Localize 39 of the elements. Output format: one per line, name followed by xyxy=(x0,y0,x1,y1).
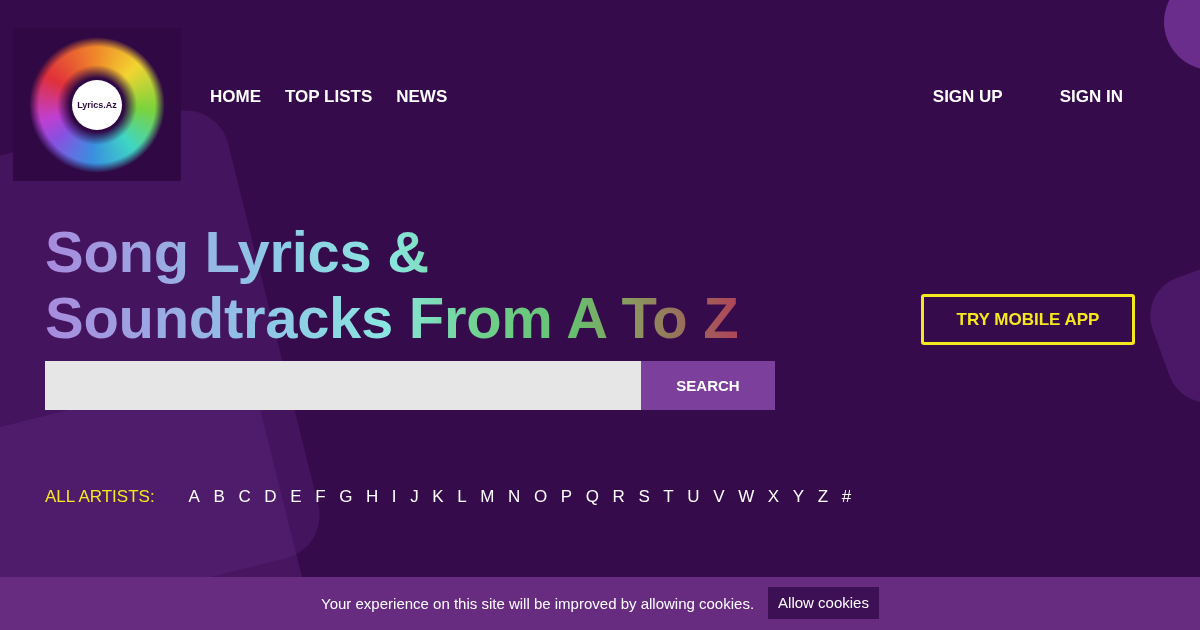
letter-link[interactable]: P xyxy=(560,487,573,507)
letter-link[interactable]: K xyxy=(432,487,444,507)
letter-link[interactable]: E xyxy=(290,487,302,507)
letter-link[interactable]: N xyxy=(508,487,521,507)
letter-link[interactable]: A xyxy=(188,487,200,507)
letter-link[interactable]: M xyxy=(480,487,495,507)
letter-link[interactable]: H xyxy=(366,487,379,507)
letter-link[interactable]: Q xyxy=(585,487,599,507)
account-link[interactable]: SIGN UP xyxy=(932,87,1003,107)
letter-link[interactable]: F xyxy=(315,487,326,507)
letter-link[interactable]: T xyxy=(663,487,674,507)
letter-link[interactable]: U xyxy=(687,487,700,507)
letter-link[interactable]: # xyxy=(841,487,852,507)
letter-link[interactable]: L xyxy=(457,487,467,507)
letter-link[interactable]: O xyxy=(533,487,548,507)
nav-link[interactable]: TOP LISTS xyxy=(285,87,373,107)
letter-link[interactable]: Z xyxy=(817,487,829,507)
letter-link[interactable]: I xyxy=(391,487,397,507)
nav-link[interactable]: HOME xyxy=(210,87,261,107)
search-button[interactable]: SEARCH xyxy=(641,361,775,410)
site-logo[interactable]: Lyrics.Az xyxy=(13,28,181,181)
artists-label: ALL ARTISTS: xyxy=(45,487,155,507)
cookie-message: Your experience on this site will be improved by allowing cookies. xyxy=(321,595,755,612)
search-field[interactable] xyxy=(45,361,641,410)
letter-link[interactable]: X xyxy=(767,487,780,507)
allow-cookies-button[interactable]: Allow cookies xyxy=(768,586,879,619)
letter-link[interactable]: S xyxy=(638,487,650,507)
letter-link[interactable]: B xyxy=(213,487,225,507)
letter-link[interactable]: R xyxy=(612,487,625,507)
letter-link[interactable]: D xyxy=(264,487,277,507)
letter-link[interactable]: V xyxy=(713,487,725,507)
letter-link[interactable]: G xyxy=(339,487,353,507)
nav-link[interactable]: NEWS xyxy=(396,87,448,107)
letter-link[interactable]: W xyxy=(738,487,755,507)
account-link[interactable]: SIGN IN xyxy=(1059,87,1123,107)
letter-link[interactable]: C xyxy=(238,487,251,507)
letter-link[interactable]: Y xyxy=(792,487,805,507)
letter-link[interactable]: J xyxy=(410,487,419,507)
mobile-app-button[interactable]: TRY MOBILE APP xyxy=(921,294,1135,345)
